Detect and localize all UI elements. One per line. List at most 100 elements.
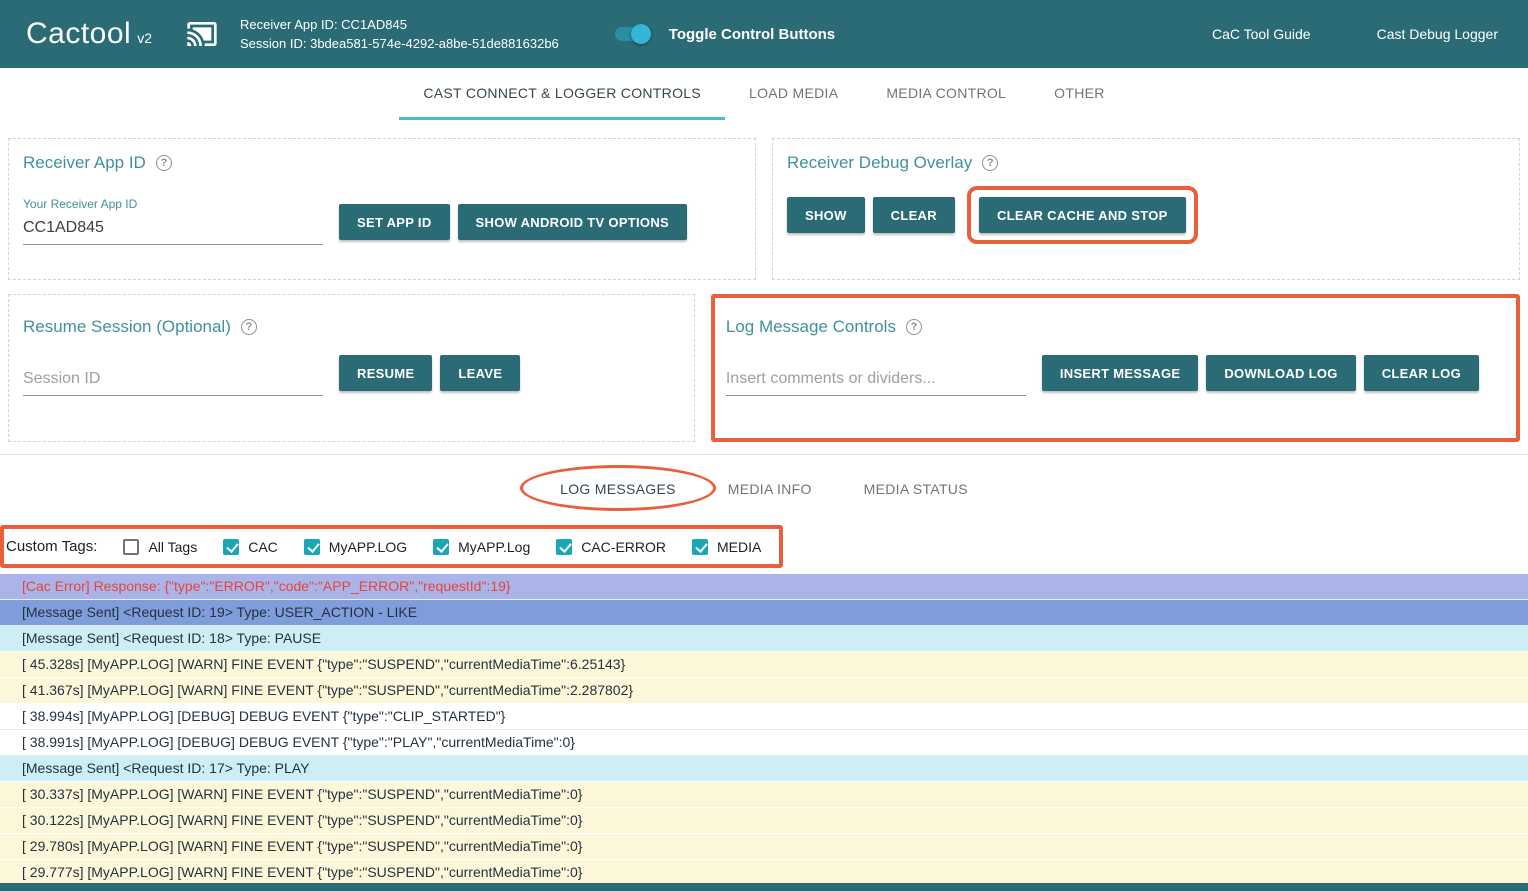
- custom-tag-label: All Tags: [148, 539, 197, 555]
- session-id-line: Session ID: 3bdea581-574e-4292-a8be-51de…: [240, 34, 559, 53]
- custom-tag-label: MyAPP.Log: [458, 539, 530, 555]
- receiver-app-id-field-label: Your Receiver App ID: [23, 197, 323, 211]
- log-row: [ 41.367s] [MyAPP.LOG] [WARN] FINE EVENT…: [0, 678, 1528, 704]
- tab-load-media[interactable]: LOAD MEDIA: [725, 68, 862, 120]
- main-tab-label: OTHER: [1054, 85, 1105, 101]
- resume-button[interactable]: RESUME: [339, 355, 432, 391]
- tab-media-info[interactable]: MEDIA INFO: [702, 467, 838, 511]
- log-tab-label: MEDIA STATUS: [864, 481, 968, 497]
- leave-button[interactable]: LEAVE: [440, 355, 520, 391]
- bottom-bar: [0, 883, 1528, 891]
- main-tab-label: LOAD MEDIA: [749, 85, 838, 101]
- main-tab-label: MEDIA CONTROL: [886, 85, 1006, 101]
- log-comment-input[interactable]: [726, 364, 1026, 396]
- checkbox-icon: [223, 539, 239, 555]
- custom-tag-label: MEDIA: [717, 539, 761, 555]
- help-icon[interactable]: ?: [241, 319, 257, 335]
- tab-log-messages[interactable]: LOG MESSAGES: [534, 467, 702, 511]
- custom-tag-label: MyAPP.LOG: [329, 539, 407, 555]
- log-row: [Cac Error] Response: {"type":"ERROR","c…: [0, 574, 1528, 600]
- log-row: [ 30.122s] [MyAPP.LOG] [WARN] FINE EVENT…: [0, 808, 1528, 834]
- set-app-id-button[interactable]: SET APP ID: [339, 204, 450, 240]
- log-row: [ 45.328s] [MyAPP.LOG] [WARN] FINE EVENT…: [0, 652, 1528, 678]
- panel-title-text: Resume Session (Optional): [23, 317, 231, 337]
- log-row: [ 38.994s] [MyAPP.LOG] [DEBUG] DEBUG EVE…: [0, 704, 1528, 730]
- tab-cast-connect-logger-controls[interactable]: CAST CONNECT & LOGGER CONTROLS: [399, 68, 725, 120]
- app-name: Cactool: [26, 17, 131, 51]
- receiver-app-id-field-group: Your Receiver App ID: [23, 197, 323, 245]
- tab-media-status[interactable]: MEDIA STATUS: [838, 467, 994, 511]
- help-icon[interactable]: ?: [906, 319, 922, 335]
- panel-log-message-controls: Log Message Controls ? INSERT MESSAGE DO…: [711, 294, 1520, 442]
- help-icon[interactable]: ?: [982, 155, 998, 171]
- cac-tool-guide-link[interactable]: CaC Tool Guide: [1212, 26, 1311, 42]
- toggle-knob: [631, 24, 651, 44]
- help-icon[interactable]: ?: [156, 155, 172, 171]
- custom-tag-label: CAC-ERROR: [581, 539, 666, 555]
- show-android-tv-options-button[interactable]: SHOW ANDROID TV OPTIONS: [458, 204, 687, 240]
- log-message-list: [Cac Error] Response: {"type":"ERROR","c…: [0, 574, 1528, 886]
- log-row: [ 30.337s] [MyAPP.LOG] [WARN] FINE EVENT…: [0, 782, 1528, 808]
- log-comment-field-group: [726, 364, 1026, 396]
- tag-all-tags[interactable]: All Tags: [123, 539, 197, 555]
- custom-tag-label: CAC: [248, 539, 278, 555]
- clear-cache-and-stop-button[interactable]: CLEAR CACHE AND STOP: [979, 197, 1186, 233]
- main-tab-label: CAST CONNECT & LOGGER CONTROLS: [423, 85, 701, 101]
- checkbox-icon: [123, 539, 139, 555]
- log-tab-label: LOG MESSAGES: [560, 481, 676, 497]
- panel-resume-session: Resume Session (Optional) ? RESUME LEAVE: [8, 294, 695, 442]
- control-buttons-toggle[interactable]: [613, 24, 651, 44]
- custom-tags-bar: Custom Tags: All Tags CAC MyAPP.LOG MyAP…: [0, 525, 783, 568]
- panel-title-receiver-debug-overlay: Receiver Debug Overlay ?: [787, 153, 1505, 173]
- receiver-app-id-line: Receiver App ID: CC1AD845: [240, 15, 559, 34]
- tag-media[interactable]: MEDIA: [692, 539, 761, 555]
- checkbox-icon: [304, 539, 320, 555]
- cast-icon[interactable]: [182, 18, 222, 50]
- tag-myapp-log-upper[interactable]: MyAPP.LOG: [304, 539, 407, 555]
- clear-log-button[interactable]: CLEAR LOG: [1364, 355, 1479, 391]
- checkbox-icon: [433, 539, 449, 555]
- clear-cache-annotated-wrap: CLEAR CACHE AND STOP: [979, 197, 1186, 233]
- log-row: [ 38.991s] [MyAPP.LOG] [DEBUG] DEBUG EVE…: [0, 730, 1528, 756]
- section-divider: [0, 454, 1528, 455]
- app-header: Cactool v2 Receiver App ID: CC1AD845 Ses…: [0, 0, 1528, 68]
- app-version: v2: [137, 30, 152, 46]
- download-log-button[interactable]: DOWNLOAD LOG: [1206, 355, 1355, 391]
- receiver-app-id-input[interactable]: [23, 213, 323, 245]
- insert-message-button[interactable]: INSERT MESSAGE: [1042, 355, 1199, 391]
- panel-receiver-app-id: Receiver App ID ? Your Receiver App ID S…: [8, 138, 756, 280]
- log-tab-label: MEDIA INFO: [728, 481, 812, 497]
- log-row: [Message Sent] <Request ID: 17> Type: PL…: [0, 756, 1528, 782]
- clear-overlay-button[interactable]: CLEAR: [873, 197, 955, 233]
- panel-title-text: Receiver App ID: [23, 153, 146, 173]
- session-id-input[interactable]: [23, 364, 323, 396]
- app-logo: Cactool v2: [26, 17, 152, 51]
- tab-media-control[interactable]: MEDIA CONTROL: [862, 68, 1030, 120]
- panel-title-resume-session: Resume Session (Optional) ?: [23, 317, 680, 337]
- session-info: Receiver App ID: CC1AD845 Session ID: 3b…: [240, 15, 559, 53]
- log-row: [Message Sent] <Request ID: 19> Type: US…: [0, 600, 1528, 626]
- tab-other[interactable]: OTHER: [1030, 68, 1129, 120]
- panel-title-text: Log Message Controls: [726, 317, 896, 337]
- log-row: [ 29.780s] [MyAPP.LOG] [WARN] FINE EVENT…: [0, 834, 1528, 860]
- panel-title-receiver-app-id: Receiver App ID ?: [23, 153, 741, 173]
- checkbox-icon: [692, 539, 708, 555]
- show-overlay-button[interactable]: SHOW: [787, 197, 865, 233]
- log-tab-bar: LOG MESSAGES MEDIA INFO MEDIA STATUS: [0, 467, 1528, 511]
- tag-myapp-log-mixed[interactable]: MyAPP.Log: [433, 539, 530, 555]
- control-panels: Receiver App ID ? Your Receiver App ID S…: [0, 120, 1528, 454]
- tag-cac-error[interactable]: CAC-ERROR: [556, 539, 666, 555]
- page: Cactool v2 Receiver App ID: CC1AD845 Ses…: [0, 0, 1528, 891]
- panel-title-text: Receiver Debug Overlay: [787, 153, 972, 173]
- tag-cac[interactable]: CAC: [223, 539, 278, 555]
- log-row: [Message Sent] <Request ID: 18> Type: PA…: [0, 626, 1528, 652]
- panel-title-log-message-controls: Log Message Controls ?: [726, 317, 1505, 337]
- cast-debug-logger-link[interactable]: Cast Debug Logger: [1377, 26, 1498, 42]
- checkbox-icon: [556, 539, 572, 555]
- panel-receiver-debug-overlay: Receiver Debug Overlay ? SHOW CLEAR CLEA…: [772, 138, 1520, 280]
- header-links: CaC Tool Guide Cast Debug Logger: [1212, 26, 1502, 42]
- main-tab-bar: CAST CONNECT & LOGGER CONTROLS LOAD MEDI…: [0, 68, 1528, 120]
- custom-tags-label: Custom Tags:: [6, 538, 97, 555]
- toggle-label: Toggle Control Buttons: [669, 26, 835, 43]
- session-id-field-group: [23, 364, 323, 396]
